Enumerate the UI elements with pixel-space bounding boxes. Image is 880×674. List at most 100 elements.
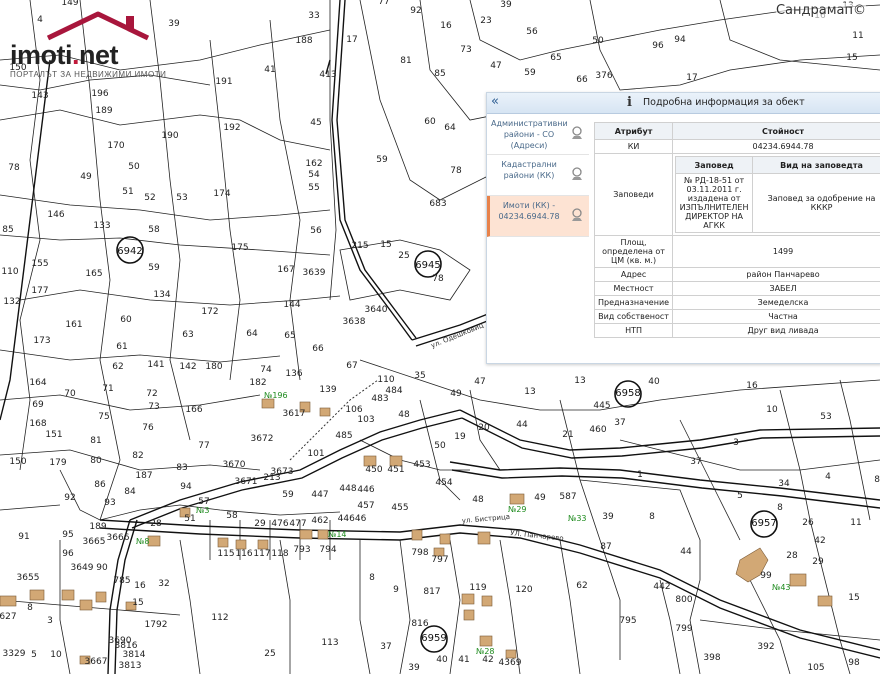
parcel-number: 87 <box>600 542 611 552</box>
attribute-key: НТП <box>593 323 674 338</box>
address-number: №8 <box>136 537 149 546</box>
parcel-number: 442 <box>653 582 670 592</box>
parcel-number: 166 <box>185 405 202 415</box>
parcel-number: 3 <box>47 616 53 626</box>
layer-item-admin-districts[interactable]: Административни райони - СО (Адреси) <box>487 114 589 155</box>
parcel-number: 15 <box>380 240 391 250</box>
parcel-number: 476 <box>271 519 288 529</box>
address-number: №28 <box>476 647 495 656</box>
attribute-value: Друг вид ливада <box>672 323 880 338</box>
parcel-number: 35 <box>414 371 425 381</box>
attribute-value: Земеделска <box>672 295 880 310</box>
parcel-number: 15 <box>846 53 857 63</box>
parcel-number: 143 <box>31 91 48 101</box>
parcel-number: 25 <box>398 251 409 261</box>
table-row: Вид собственост Частна <box>593 309 880 324</box>
parcel-number: 164 <box>29 378 46 388</box>
parcel-number: 445 <box>593 401 610 411</box>
parcel-number: 56 <box>526 27 538 37</box>
parcel-number: 3667 <box>85 657 108 667</box>
address-number: №43 <box>772 583 791 592</box>
parcel-number: 3329 <box>3 649 26 659</box>
attribute-key: Предназначение <box>593 295 674 310</box>
parcel-number: 150 <box>9 457 26 467</box>
map-pin-icon[interactable] <box>571 208 583 222</box>
parcel-number: 8 <box>27 603 33 613</box>
parcel-number: 1 <box>637 470 643 480</box>
column-header: Вид на заповедта <box>752 156 880 174</box>
layer-item-cadastral-districts[interactable]: Кадастрални райони (КК) <box>487 155 589 196</box>
parcel-number: 4 <box>825 472 831 482</box>
parcel-number: 3655 <box>17 573 40 583</box>
parcel-number: 44646 <box>338 514 367 524</box>
attribute-key: КИ <box>593 139 674 154</box>
parcel-number: 78 <box>450 166 462 176</box>
parcel-number: 398 <box>703 653 720 663</box>
parcel-number: 3617 <box>283 409 306 419</box>
layer-item-label: Кадастрални райони (КК) <box>501 160 557 180</box>
parcel-number: 453 <box>413 460 430 470</box>
parcel-number: 15 <box>132 598 143 608</box>
sheet-number: 6942 <box>117 246 142 257</box>
parcel-number: 13 <box>574 376 585 386</box>
layer-item-properties[interactable]: Имоти (КК) - 04234.6944.78 <box>487 196 589 237</box>
parcel-number: 5 <box>31 650 37 660</box>
parcel-number: 28 <box>150 519 162 529</box>
parcel-number: 99 <box>760 571 772 581</box>
logo-dot: . <box>72 40 80 70</box>
parcel-number: 105 <box>807 663 824 673</box>
parcel-number: 146 <box>47 210 64 220</box>
collapse-icon[interactable]: « <box>491 94 499 109</box>
parcel-number: 110 <box>377 375 394 385</box>
parcel-number: 16 <box>134 581 146 591</box>
parcel-number: 29 <box>812 557 824 567</box>
parcel-number: 93 <box>104 498 115 508</box>
parcel-number: 134 <box>153 290 170 300</box>
parcel-number: 41 <box>264 65 275 75</box>
parcel-number: 60 <box>424 117 436 127</box>
parcel-number: 133 <box>93 221 110 231</box>
parcel-number: 448 <box>339 484 356 494</box>
table-row: КИ 04234.6944.78 <box>593 139 880 154</box>
parcel-number: 3671 <box>235 477 258 487</box>
parcel-number: 446 <box>357 485 374 495</box>
map-pin-icon[interactable] <box>571 126 583 140</box>
parcel-number: 42 <box>814 536 825 546</box>
map-pin-icon[interactable] <box>571 167 583 181</box>
parcel-number: 37 <box>380 642 391 652</box>
parcel-number: 70 <box>64 389 76 399</box>
parcel-number: 72 <box>146 389 157 399</box>
parcel-number: 83 <box>176 463 187 473</box>
parcel-number: 192 <box>223 123 240 133</box>
parcel-number: 3814 <box>123 650 146 660</box>
parcel-number: 65 <box>550 53 561 63</box>
parcel-number: 25 <box>264 649 275 659</box>
site-logo[interactable]: imoti.net <box>10 40 119 71</box>
parcel-number: 144 <box>283 300 300 310</box>
parcel-number: 20 <box>478 423 490 433</box>
parcel-number: 119 <box>469 583 486 593</box>
parcel-number: 455 <box>391 503 408 513</box>
parcel-number: 44 <box>680 547 692 557</box>
parcel-number: 64 <box>246 329 258 339</box>
parcel-number: 84 <box>124 487 136 497</box>
parcel-number: 37 <box>614 418 625 428</box>
table-row: Местност ЗАБЕЛ <box>593 281 880 296</box>
sheet-number: 6959 <box>421 633 446 644</box>
parcel-number: 132 <box>3 297 20 307</box>
parcel-number: 3638 <box>343 317 366 327</box>
table-row: Адрес район Панчарево <box>593 267 880 282</box>
parcel-number: 76 <box>142 423 154 433</box>
parcel-number: 118 <box>271 549 288 559</box>
parcel-number: 94 <box>180 482 192 492</box>
parcel-number: 44 <box>516 420 528 430</box>
sheet-number: 6957 <box>751 518 776 529</box>
parcel-number: 798 <box>411 548 428 558</box>
parcel-number: 92 <box>64 493 75 503</box>
parcel-number: 59 <box>282 490 294 500</box>
parcel-number: 40 <box>436 655 448 665</box>
parcel-number: 51 <box>122 187 133 197</box>
parcel-number: 110 <box>1 267 18 277</box>
parcel-number: 69 <box>32 400 44 410</box>
parcel-number: 39 <box>602 512 614 522</box>
